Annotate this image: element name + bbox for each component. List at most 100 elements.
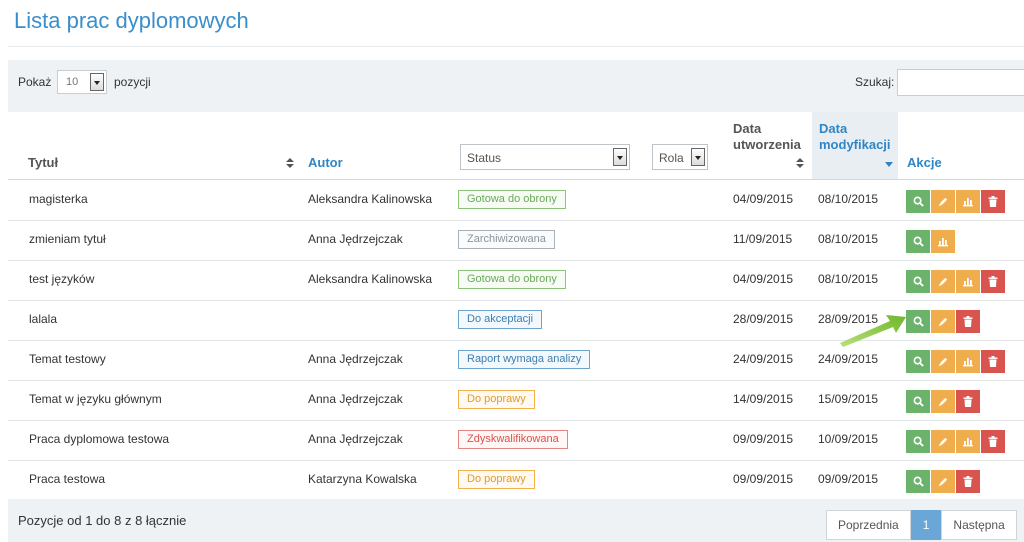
status-badge: Do akceptacji: [458, 310, 543, 329]
page-title: Lista prac dyplomowych: [14, 8, 249, 33]
row-author: Anna Jędrzejczak: [308, 232, 403, 246]
view-button[interactable]: [906, 470, 930, 493]
row-actions: [906, 390, 980, 414]
delete-button[interactable]: [956, 470, 980, 493]
title-divider: [8, 46, 1024, 47]
bar-chart-icon: [937, 236, 949, 247]
row-title: Temat w języku głównym: [29, 392, 162, 406]
row-created-date: 04/09/2015: [733, 192, 794, 206]
row-created-date: 28/09/2015: [733, 312, 794, 326]
row-author: Anna Jędrzejczak: [308, 432, 403, 446]
bar-chart-icon: [962, 356, 974, 367]
view-button[interactable]: [906, 230, 930, 253]
delete-button[interactable]: [956, 310, 980, 333]
next-page-button[interactable]: Następna: [941, 510, 1017, 540]
edit-button[interactable]: [931, 350, 955, 373]
row-author: Anna Jędrzejczak: [308, 392, 403, 406]
delete-button[interactable]: [981, 350, 1005, 373]
delete-button[interactable]: [981, 190, 1005, 213]
sort-both-icon[interactable]: [796, 158, 804, 168]
trash-icon: [963, 396, 973, 407]
row-created-date: 09/09/2015: [733, 472, 794, 486]
sort-both-icon[interactable]: [286, 158, 294, 168]
pencil-icon: [938, 396, 949, 407]
delete-button[interactable]: [981, 270, 1005, 293]
status-badge: Gotowa do obrony: [458, 190, 566, 209]
row-modified-date: 08/10/2015: [818, 272, 879, 286]
trash-icon: [988, 196, 998, 207]
header-author[interactable]: Autor: [308, 155, 343, 171]
status-badge: Gotowa do obrony: [458, 270, 566, 289]
chevron-down-icon[interactable]: [90, 73, 104, 91]
row-created-date: 24/09/2015: [733, 352, 794, 366]
row-title: test języków: [29, 272, 95, 286]
view-button[interactable]: [906, 390, 930, 413]
stats-button[interactable]: [931, 230, 955, 253]
view-button[interactable]: [906, 310, 930, 333]
pencil-icon: [938, 476, 949, 487]
row-title: Praca testowa: [29, 472, 106, 486]
search-icon: [913, 196, 924, 207]
header-created[interactable]: Data utworzenia: [733, 121, 801, 153]
view-button[interactable]: [906, 190, 930, 213]
edit-button[interactable]: [931, 190, 955, 213]
sort-desc-icon[interactable]: [885, 162, 893, 167]
delete-button[interactable]: [981, 430, 1005, 453]
edit-button[interactable]: [931, 310, 955, 333]
row-created-date: 04/09/2015: [733, 272, 794, 286]
search-icon: [913, 356, 924, 367]
row-actions: [906, 470, 980, 494]
show-label: Pokaż: [18, 75, 52, 89]
row-modified-date: 08/10/2015: [818, 232, 879, 246]
table-footer: Pozycje od 1 do 8 z 8 łącznie Poprzednia…: [8, 499, 1024, 542]
trash-icon: [988, 356, 998, 367]
page-1-button[interactable]: 1: [910, 510, 942, 540]
header-title[interactable]: Tytuł: [28, 155, 58, 171]
role-filter-placeholder: Rola: [659, 151, 684, 165]
table-toolbar: Pokaż 10 pozycji Szukaj:: [8, 60, 1024, 112]
prev-page-button[interactable]: Poprzednia: [826, 510, 911, 540]
status-badge: Do poprawy: [458, 390, 535, 409]
status-badge: Zarchiwizowana: [458, 230, 555, 249]
entries-label: pozycji: [114, 75, 151, 89]
chevron-down-icon[interactable]: [613, 148, 627, 166]
trash-icon: [963, 476, 973, 487]
view-button[interactable]: [906, 270, 930, 293]
status-badge: Raport wymaga analizy: [458, 350, 591, 369]
search-input[interactable]: [897, 69, 1024, 96]
delete-button[interactable]: [956, 390, 980, 413]
stats-button[interactable]: [956, 270, 980, 293]
view-button[interactable]: [906, 430, 930, 453]
row-created-date: 11/09/2015: [733, 232, 793, 246]
role-filter-select[interactable]: Rola: [652, 144, 708, 170]
header-modified[interactable]: Data modyfikacji: [819, 121, 891, 153]
status-badge: Do poprawy: [458, 470, 535, 489]
header-created-line2: utworzenia: [733, 137, 801, 152]
row-actions: [906, 430, 1005, 454]
table-row: magisterka Aleksandra Kalinowska Gotowa do…: [8, 181, 1024, 221]
row-actions: [906, 350, 1005, 374]
search-icon: [913, 316, 924, 327]
row-title: zmieniam tytuł: [29, 232, 106, 246]
view-button[interactable]: [906, 350, 930, 373]
edit-button[interactable]: [931, 270, 955, 293]
status-filter-select[interactable]: Status: [460, 144, 630, 170]
chevron-down-icon[interactable]: [691, 148, 705, 166]
trash-icon: [988, 276, 998, 287]
table-row: test języków Aleksandra Kalinowska Gotowa …: [8, 261, 1024, 301]
search-icon: [913, 436, 924, 447]
edit-button[interactable]: [931, 470, 955, 493]
header-actions: Akcje: [907, 155, 942, 170]
stats-button[interactable]: [956, 350, 980, 373]
status-filter-placeholder: Status: [467, 151, 502, 165]
row-author: Katarzyna Kowalska: [308, 472, 417, 486]
edit-button[interactable]: [931, 430, 955, 453]
stats-button[interactable]: [956, 430, 980, 453]
page-length-value: 10: [66, 76, 79, 88]
edit-button[interactable]: [931, 390, 955, 413]
status-badge: Zdyskwalifikowana: [458, 430, 568, 449]
row-modified-date: 15/09/2015: [818, 392, 879, 406]
search-label: Szukaj:: [855, 75, 895, 89]
page-length-select[interactable]: 10: [57, 70, 107, 94]
stats-button[interactable]: [956, 190, 980, 213]
